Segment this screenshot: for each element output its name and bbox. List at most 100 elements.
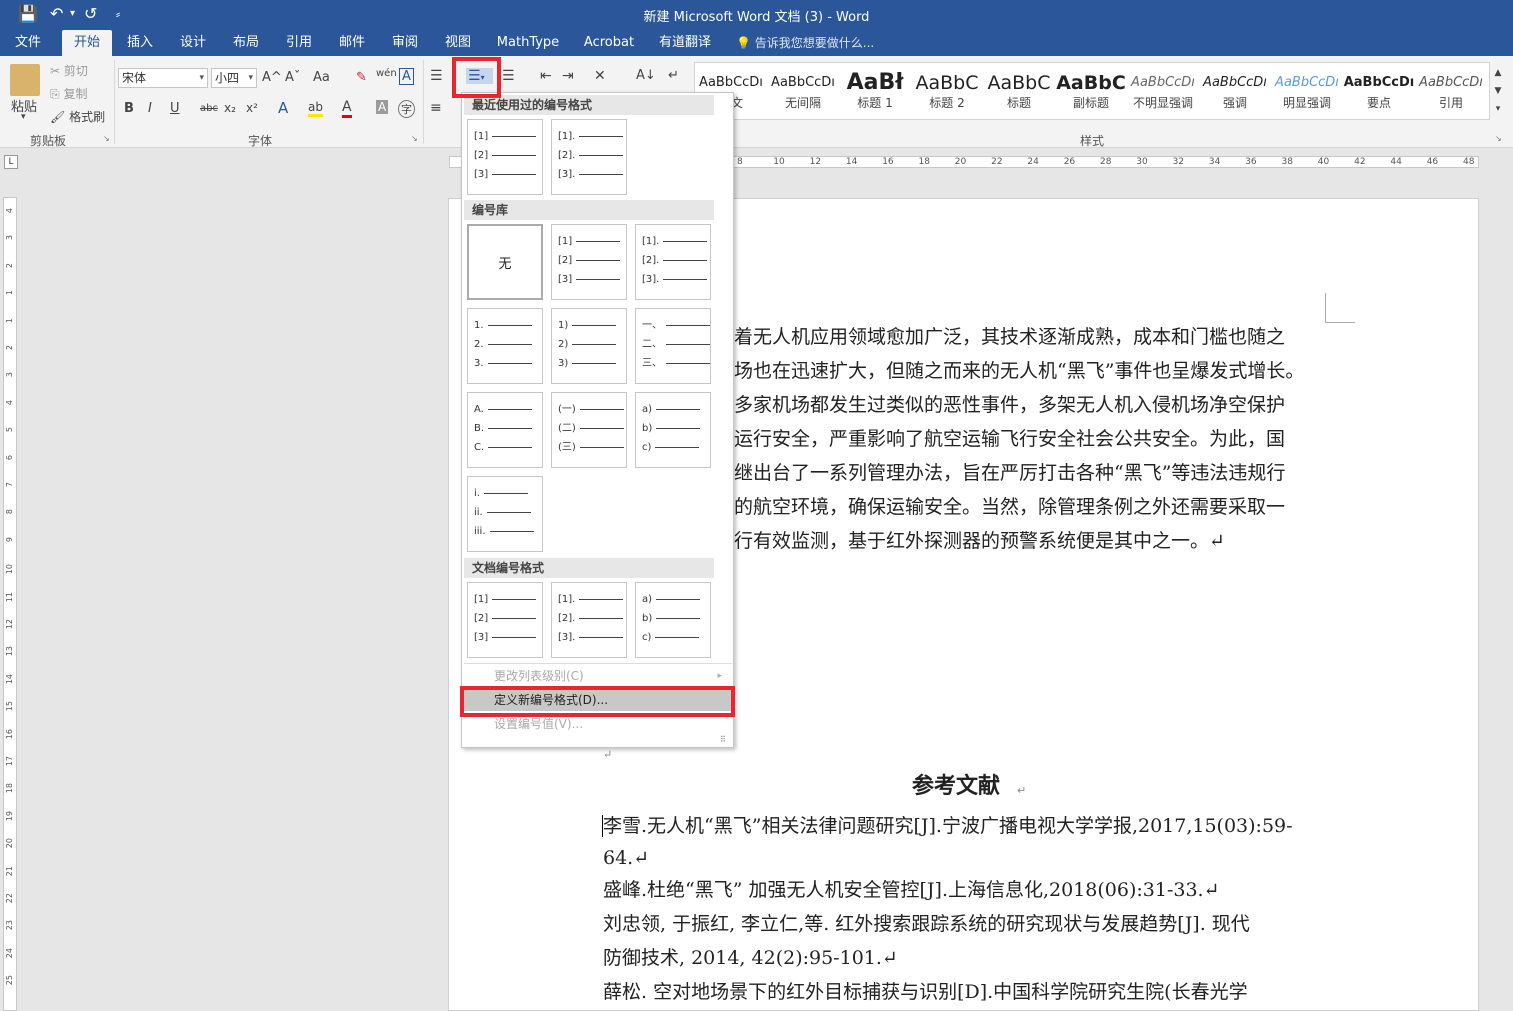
sort-icon[interactable]: A↓ <box>636 68 656 83</box>
style-intense-emphasis[interactable]: AaBbCcDı 明显强调 <box>1271 63 1343 121</box>
style-emphasis[interactable]: AaBbCcDı 强调 <box>1199 63 1271 121</box>
subscript-button[interactable]: x₂ <box>224 101 236 115</box>
style-subtitle[interactable]: AaBbC 副标题 <box>1055 63 1127 121</box>
style-no-spacing[interactable]: AaBbCcDı 无间隔 <box>767 63 839 121</box>
reference-line[interactable]: 李雪.无人机“黑飞”相关法律问题研究[J].宁波广播电视大学学报,2017,15… <box>603 809 1293 843</box>
tab-review[interactable]: 审阅 <box>383 30 427 56</box>
numbering-format-option[interactable]: 1) 2) 3) <box>551 308 627 384</box>
font-size-combo[interactable]: 小四 ▾ <box>211 68 257 88</box>
style-subtle-emphasis[interactable]: AaBbCcDı 不明显强调 <box>1127 63 1199 121</box>
numbering-format-option[interactable]: a) b) c) <box>635 582 711 658</box>
numbering-format-option[interactable]: [1]. [2]. [3]. <box>551 119 627 195</box>
body-text-line[interactable]: 行有效监测，基于红外探测器的预警系统便是其中之一。↵ <box>734 524 1225 558</box>
shrink-font-icon[interactable]: Aˇ <box>285 70 300 85</box>
style-heading-1[interactable]: AaBł 标题 1 <box>839 63 911 121</box>
numbering-format-option[interactable]: 1. 2. 3. <box>467 308 543 384</box>
increase-indent-icon[interactable]: ⇥ <box>562 68 574 84</box>
paste-dropdown-icon[interactable]: ▾ <box>21 112 26 122</box>
strikethrough-button[interactable]: abc <box>200 103 218 114</box>
numbering-highlight-box <box>452 57 501 98</box>
ruler-tick: 20 <box>954 157 967 167</box>
phonetic-guide-icon[interactable]: wén <box>376 68 397 79</box>
numbering-format-option[interactable]: a) b) c) <box>635 392 711 468</box>
ruler-tick: 8 <box>737 157 743 167</box>
decrease-indent-icon[interactable]: ⇤ <box>540 68 552 84</box>
numbering-format-option[interactable]: (一) (二) (三) <box>551 392 627 468</box>
font-launcher-icon[interactable]: ↘ <box>411 134 418 143</box>
tab-references[interactable]: 引用 <box>277 30 321 56</box>
body-text-line[interactable]: 着无人机应用领域愈加广泛，其技术逐渐成熟，成本和门槛也随之 <box>734 320 1285 354</box>
font-name-combo[interactable]: 宋体 ▾ <box>118 68 208 88</box>
show-marks-icon[interactable]: ↵ <box>668 68 679 83</box>
clipboard-launcher-icon[interactable]: ↘ <box>103 134 110 143</box>
numbering-format-option[interactable]: [1] [2] [3] <box>467 582 543 658</box>
enclose-chars-icon[interactable]: 字 <box>398 100 415 118</box>
paste-clipboard-icon[interactable] <box>10 64 40 96</box>
reference-line[interactable]: 盛峰.杜绝“黑飞” 加强无人机安全管控[J].上海信息化,2018(06):31… <box>603 873 1220 907</box>
tab-youdao[interactable]: 有道翻译 <box>654 30 716 56</box>
numbering-format-option[interactable]: A. B. C. <box>467 392 543 468</box>
tab-insert[interactable]: 插入 <box>118 30 162 56</box>
cut-button[interactable]: ✂ 剪切 <box>50 62 88 79</box>
style-strong[interactable]: AaBbCcDı 要点 <box>1343 63 1415 121</box>
separator <box>423 60 424 144</box>
italic-button[interactable]: I <box>148 101 152 116</box>
highlight-color-icon[interactable]: ab <box>308 100 323 117</box>
chinese-layout-icon[interactable]: ✕ <box>594 68 606 84</box>
body-text-line[interactable]: 的航空环境，确保运输安全。当然，除管理条例之外还需要采取一 <box>734 490 1285 524</box>
grow-font-icon[interactable]: A^ <box>262 70 282 85</box>
body-text-line[interactable]: 运行安全，严重影响了航空运输飞行安全社会公共安全。为此，国 <box>734 422 1285 456</box>
numbering-format-option[interactable]: 一、 二、 三、 <box>635 308 711 384</box>
clear-format-icon[interactable]: ✎ <box>356 70 367 85</box>
change-case-icon[interactable]: Aa <box>313 70 330 85</box>
numbering-format-option[interactable]: i. ii. iii. <box>467 476 543 552</box>
tab-mailings[interactable]: 邮件 <box>330 30 374 56</box>
body-text-line[interactable]: 继出台了一系列管理办法，旨在严厉打击各种“黑飞”等违法违规行 <box>734 456 1285 490</box>
character-border-icon[interactable]: A <box>399 68 414 85</box>
reference-line[interactable]: 64.↵ <box>603 841 649 875</box>
reference-line[interactable]: 防御技术, 2014, 42(2):95-101.↵ <box>603 941 898 975</box>
reference-line[interactable]: 薛松. 空对地场景下的红外目标捕获与识别[D].中国科学院研究生院(长春光学 <box>603 975 1248 1009</box>
format-painter-button[interactable]: 🖌 格式刷 <box>50 108 105 125</box>
numbering-none-option[interactable]: 无 <box>467 224 543 300</box>
numbering-format-option[interactable]: [1] [2] [3] <box>467 119 543 195</box>
numbering-format-row: [2] <box>474 149 537 163</box>
references-title[interactable]: 参考文献 <box>912 770 1000 804</box>
style-title[interactable]: AaBbC 标题 <box>983 63 1055 121</box>
tab-design[interactable]: 设计 <box>171 30 215 56</box>
ruler-tick: 2 <box>5 345 14 351</box>
char-shading-icon[interactable]: A <box>376 100 389 114</box>
tell-me-search[interactable]: 💡 告诉我您想要做什么... <box>736 30 886 56</box>
body-text-line[interactable]: 多家机场都发生过类似的恶性事件，多架无人机入侵机场净空保护 <box>734 388 1285 422</box>
numbering-format-option[interactable]: [1]. [2]. [3]. <box>551 582 627 658</box>
numbering-format-row: [2] <box>558 254 621 268</box>
multilevel-list-icon[interactable]: ☰ <box>502 68 515 84</box>
numbering-format-option[interactable]: [1] [2] [3] <box>551 224 627 300</box>
style-quote[interactable]: AaBbCcDı 引用 <box>1415 63 1487 121</box>
tab-home[interactable]: 开始 <box>62 30 112 56</box>
reference-line[interactable]: 刘忠领, 于振红, 李立仁,等. 红外搜索跟踪系统的研究现状与发展趋势[J]. … <box>603 907 1250 941</box>
tab-view[interactable]: 视图 <box>436 30 480 56</box>
bold-button[interactable]: B <box>124 101 134 116</box>
vertical-ruler[interactable]: 4 3 2 1 1 2 3 4 5 6 7 8 9 10 11 12 13 14 15 16 17 18 19 20 21 22 2… <box>3 197 17 1011</box>
underline-button[interactable]: U <box>170 101 180 116</box>
text-effects-icon[interactable]: A <box>278 99 288 117</box>
align-left-icon[interactable]: ≡ <box>430 100 442 116</box>
styles-group-label: 样式 <box>1080 134 1105 148</box>
resize-grip-icon[interactable]: ⠿ <box>720 735 726 744</box>
tab-file[interactable]: 文件 <box>8 30 48 56</box>
styles-scroll[interactable]: ▲ ▼ ▾ <box>1492 64 1504 118</box>
bullets-icon[interactable]: ☰ <box>430 68 443 84</box>
font-color-icon[interactable]: A <box>342 99 352 118</box>
tab-acrobat[interactable]: Acrobat <box>578 30 640 56</box>
body-text-line[interactable]: 场也在迅速扩大，但随之而来的无人机“黑飞”事件也呈爆发式增长。 <box>734 354 1304 388</box>
tab-selector-icon[interactable]: L <box>4 155 18 169</box>
ruler-tick: 14 <box>845 157 858 167</box>
styles-launcher-icon[interactable]: ↘ <box>1495 134 1502 143</box>
numbering-format-option[interactable]: [1]. [2]. [3]. <box>635 224 711 300</box>
tab-layout[interactable]: 布局 <box>224 30 268 56</box>
copy-button[interactable]: ⎘ 复制 <box>50 85 87 102</box>
superscript-button[interactable]: x² <box>246 101 258 115</box>
style-heading-2[interactable]: AaBbC 标题 2 <box>911 63 983 121</box>
tab-mathtype[interactable]: MathType <box>494 30 562 56</box>
